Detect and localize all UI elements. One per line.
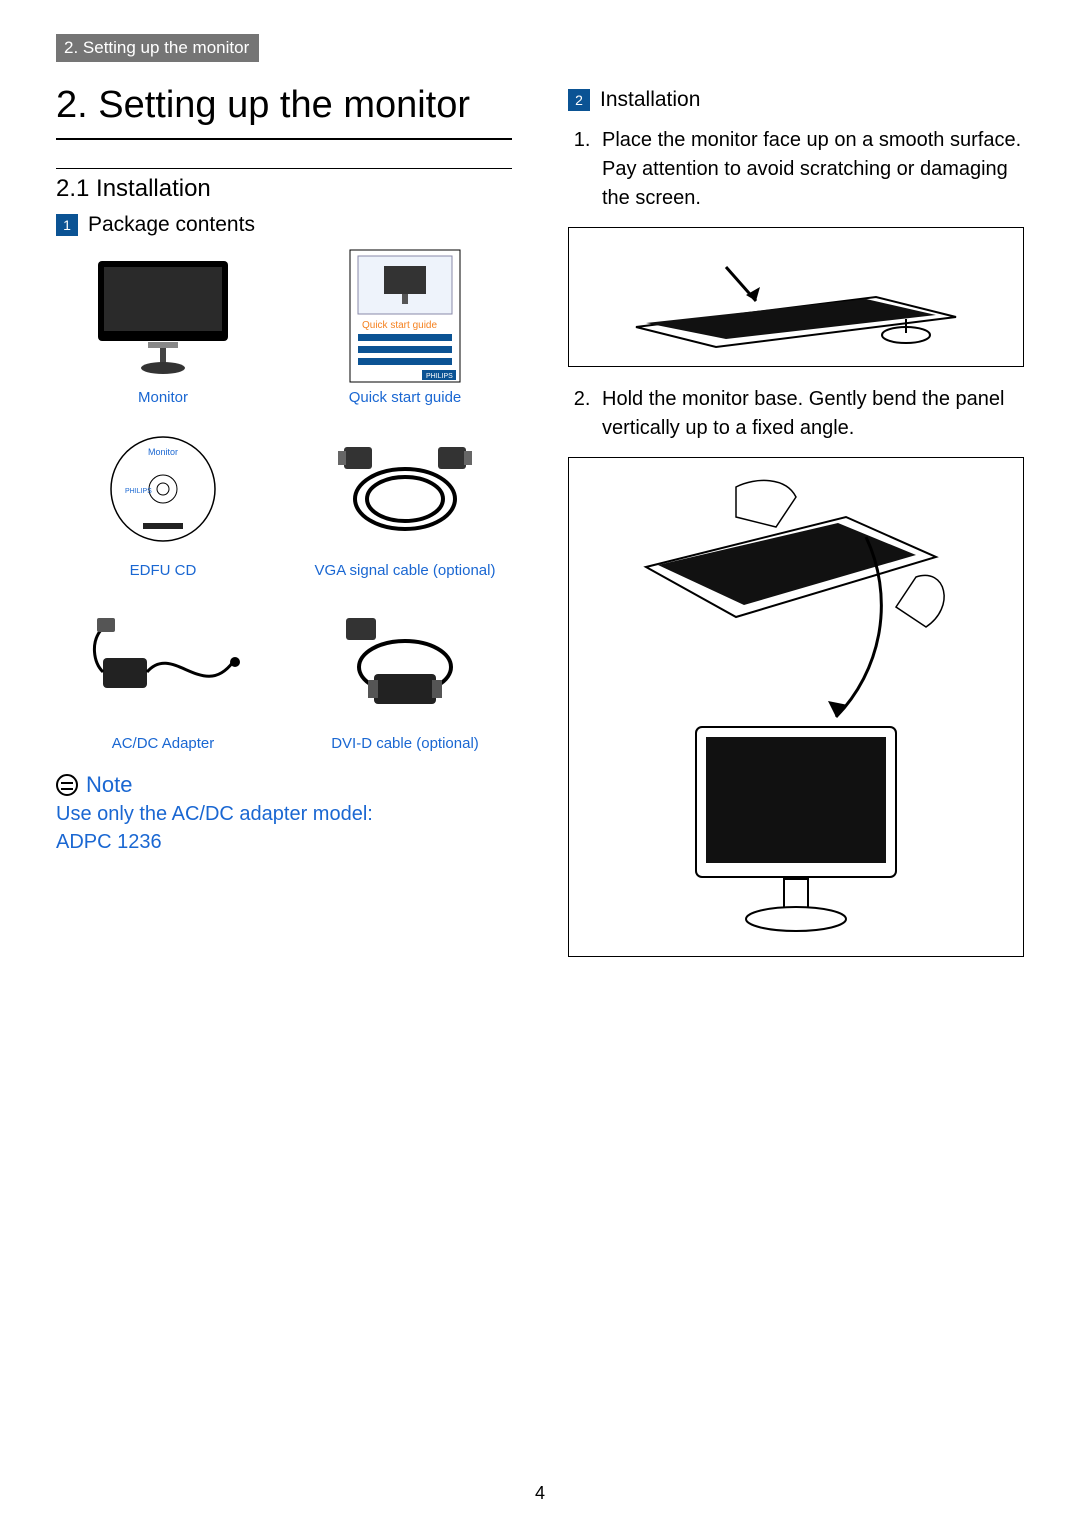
step-badge-1: 1: [56, 214, 78, 236]
cd-caption: EDFU CD: [130, 562, 197, 579]
page-number: 4: [0, 1483, 1080, 1504]
package-item-vga: VGA signal cable (optional): [298, 424, 512, 579]
note-title: Note: [86, 772, 132, 798]
qsg-caption: Quick start guide: [349, 389, 462, 406]
svg-text:Quick start guide: Quick start guide: [362, 320, 437, 331]
monitor-caption: Monitor: [138, 389, 188, 406]
note-text: Use only the AC/DC adapter model:: [56, 803, 373, 825]
package-item-cd: Monitor PHILIPS EDFU CD: [56, 424, 270, 579]
vga-caption: VGA signal cable (optional): [315, 562, 496, 579]
note-block: Note Use only the AC/DC adapter model: A…: [56, 772, 512, 856]
step-badge-2: 2: [568, 89, 590, 111]
adapter-icon: [83, 597, 243, 727]
svg-text:PHILIPS: PHILIPS: [426, 373, 453, 380]
installation-heading: Installation: [600, 88, 700, 112]
svg-text:Monitor: Monitor: [148, 447, 178, 457]
svg-text:PHILIPS: PHILIPS: [125, 488, 152, 495]
package-item-adapter: AC/DC Adapter: [56, 597, 270, 752]
note-model: ADPC 1236: [56, 831, 162, 853]
dvi-caption: DVI-D cable (optional): [331, 735, 479, 752]
cd-icon: Monitor PHILIPS: [83, 424, 243, 554]
package-contents-heading: Package contents: [88, 213, 255, 237]
illustration-place-monitor: [568, 227, 1024, 367]
install-step-2: Hold the monitor base. Gently bend the p…: [596, 385, 1024, 443]
note-icon: [56, 774, 78, 796]
vga-cable-icon: [325, 424, 485, 554]
page-title: 2. Setting up the monitor: [56, 82, 512, 140]
package-item-qsg: Quick start guide PHILIPS Quick start gu…: [298, 251, 512, 406]
section-title: 2.1 Installation: [56, 168, 512, 203]
package-item-dvi: DVI-D cable (optional): [298, 597, 512, 752]
monitor-icon: [83, 251, 243, 381]
package-item-monitor: Monitor: [56, 251, 270, 406]
install-step-1: Place the monitor face up on a smooth su…: [596, 126, 1024, 213]
dvi-cable-icon: [325, 597, 485, 727]
breadcrumb-header: 2. Setting up the monitor: [56, 34, 259, 62]
quick-start-guide-icon: Quick start guide PHILIPS: [325, 251, 485, 381]
illustration-bend-monitor: [568, 457, 1024, 957]
adapter-caption: AC/DC Adapter: [112, 735, 215, 752]
